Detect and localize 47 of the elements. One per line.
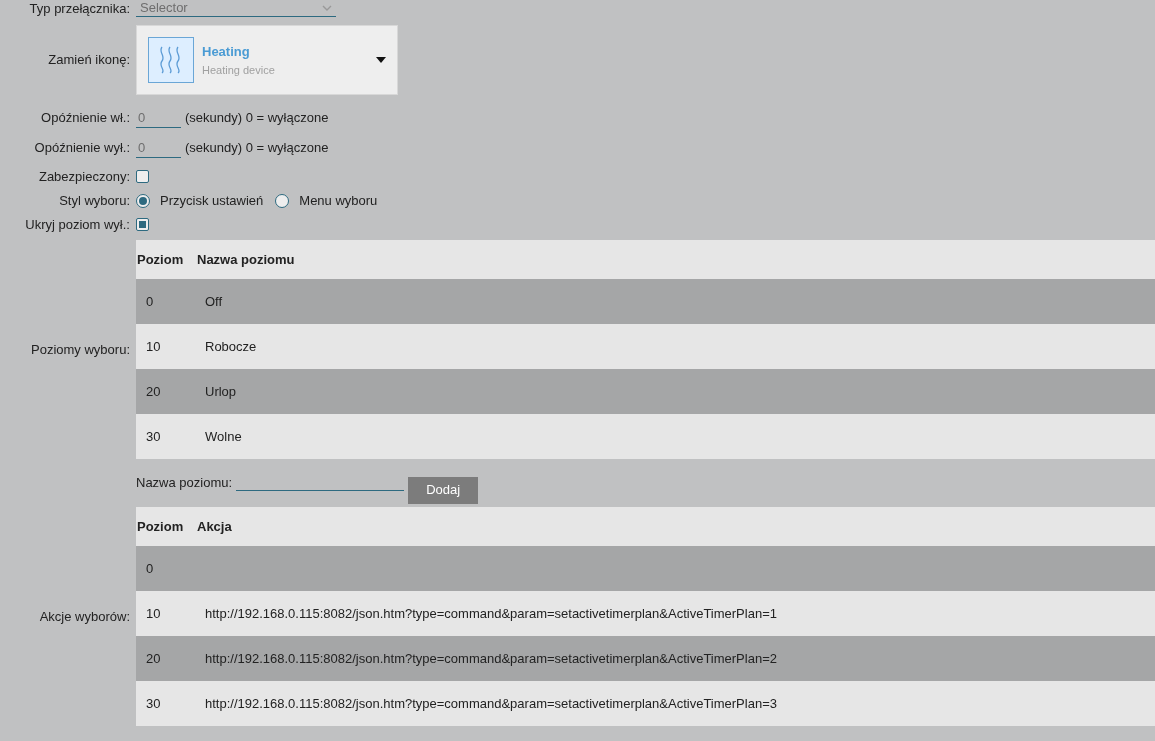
column-header: Poziom bbox=[137, 250, 185, 269]
field-label: Zabezpieczony: bbox=[38, 167, 130, 186]
table-cell-text: 20 bbox=[145, 382, 162, 401]
table-cell-text: 0 bbox=[145, 559, 155, 578]
icon-title: Heating bbox=[202, 43, 251, 61]
icon-dropdown[interactable]: Heating Heating device bbox=[136, 25, 398, 95]
add-button[interactable]: Dodaj bbox=[408, 476, 479, 504]
table-cell-text: 30 bbox=[145, 427, 162, 446]
field-label: Nazwa poziomu: bbox=[136, 474, 233, 493]
type-dropdown[interactable]: Selector bbox=[136, 0, 336, 17]
column-header: Akcja bbox=[197, 517, 232, 536]
column-header: Poziom bbox=[137, 517, 185, 536]
chevron-down-icon bbox=[322, 5, 332, 11]
table-cell-text: Urlop bbox=[205, 382, 237, 401]
field-label: Opóźnienie wł.: bbox=[41, 109, 130, 128]
table-cell-text: Robocze bbox=[205, 337, 257, 356]
table-cell-text: 0 bbox=[145, 292, 155, 311]
heat-waves-icon bbox=[148, 37, 194, 83]
radio-button[interactable] bbox=[136, 193, 150, 208]
table-cell-text: 20 bbox=[145, 649, 162, 668]
radio-label: Menu wyboru bbox=[299, 191, 378, 210]
delay-input[interactable]: 0 bbox=[136, 108, 181, 128]
field-label: Styl wyboru: bbox=[59, 191, 130, 210]
table-cell-text: Wolne bbox=[205, 427, 242, 446]
table-cell-text: 30 bbox=[145, 694, 162, 713]
icon-subtitle: Heating device bbox=[202, 62, 276, 78]
radio-button[interactable] bbox=[275, 193, 290, 208]
field-label: Ukryj poziom wył.: bbox=[25, 215, 130, 234]
column-header: Nazwa poziomu bbox=[197, 250, 295, 269]
table-cell-text: http://192.168.0.115:8082/json.htm?type=command&param=setactivetimerplan&ActiveTimerPlan=2 bbox=[205, 649, 777, 668]
table-cell-text: 10 bbox=[145, 604, 162, 623]
field-label: Poziomy wyboru: bbox=[31, 340, 130, 359]
table-cell-text: Off bbox=[205, 292, 223, 311]
field-label: Zamień ikonę: bbox=[48, 51, 130, 70]
field-label: Typ przełącznika: bbox=[29, 0, 130, 18]
caret-down-icon bbox=[376, 57, 386, 63]
radio-label: Przycisk ustawień bbox=[160, 191, 264, 210]
field-label: Akcje wyborów: bbox=[39, 607, 130, 626]
hint-text: (sekundy) 0 = wyłączone bbox=[185, 139, 329, 158]
checkbox[interactable] bbox=[136, 170, 149, 183]
delay-input[interactable]: 0 bbox=[136, 138, 181, 158]
table-cell-text: http://192.168.0.115:8082/json.htm?type=command&param=setactivetimerplan&ActiveTimerPlan=1 bbox=[205, 604, 777, 623]
table-cell-text: http://192.168.0.115:8082/json.htm?type=command&param=setactivetimerplan&ActiveTimerPlan=3 bbox=[205, 694, 777, 713]
hint-text: (sekundy) 0 = wyłączone bbox=[185, 109, 329, 128]
table-cell-text: 10 bbox=[145, 337, 162, 356]
field-label: Opóźnienie wył.: bbox=[34, 139, 130, 158]
checkbox[interactable] bbox=[136, 218, 149, 231]
